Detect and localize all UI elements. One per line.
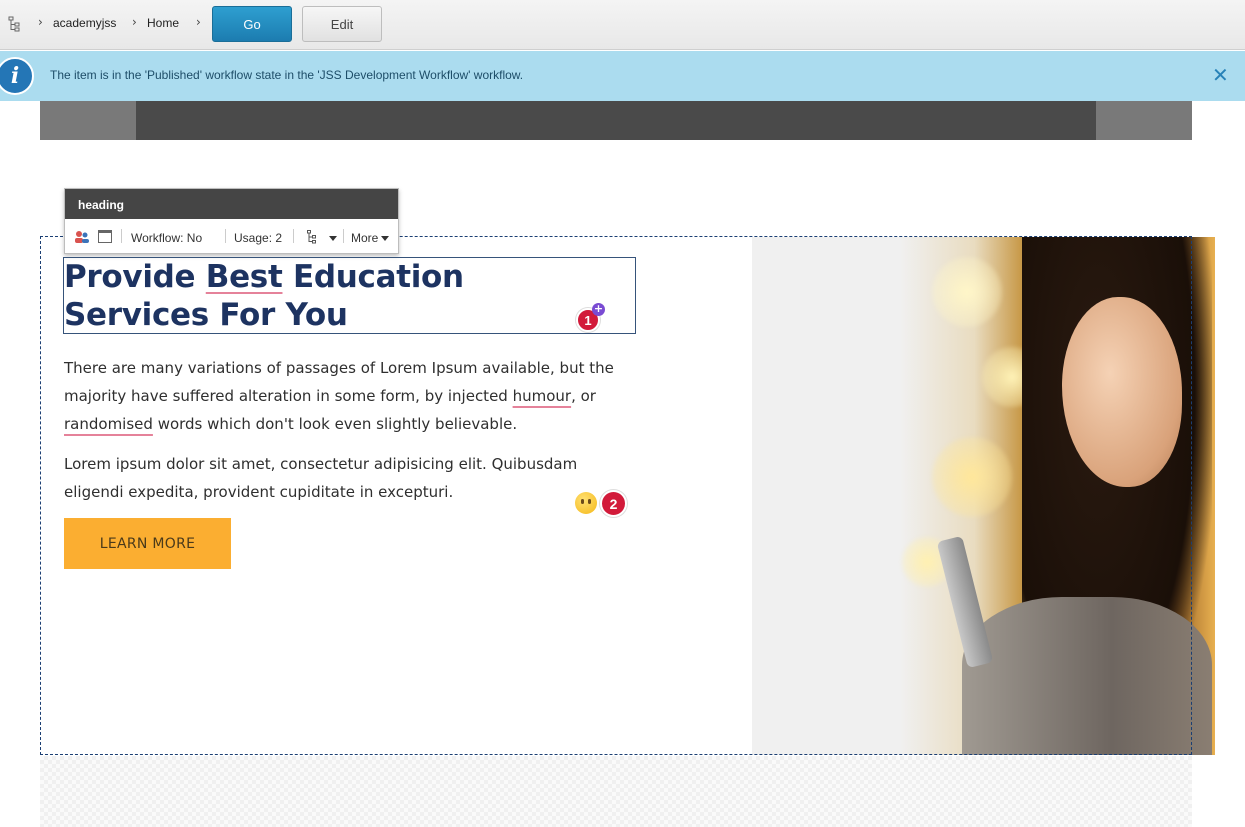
heading-text: Provide <box>64 259 206 295</box>
heading-text-misspelled: Best <box>205 259 283 295</box>
breadcrumb-item-home[interactable]: Home <box>147 16 179 30</box>
tree-icon[interactable] <box>307 230 317 244</box>
usage-count[interactable]: Usage: 2 <box>234 231 282 245</box>
breadcrumb-item-academyjss[interactable]: academyjss <box>53 16 116 30</box>
workflow-status[interactable]: Workflow: No <box>131 231 202 245</box>
field-chrome-toolbar: heading Workflow: No Usage: 2 More <box>64 188 399 254</box>
chevron-right-icon[interactable]: › <box>196 15 201 29</box>
page-header-inner <box>136 101 1096 140</box>
info-icon: i <box>0 57 34 95</box>
workflow-notification: i The item is in the 'Published' workflo… <box>0 51 1245 101</box>
notification-badge-2[interactable]: 2 <box>600 490 627 517</box>
chevron-down-icon <box>381 236 390 242</box>
go-button[interactable]: Go <box>212 6 292 42</box>
window-icon[interactable] <box>98 230 112 243</box>
learn-more-button[interactable]: LEARN MORE <box>64 518 231 569</box>
emoji-icon[interactable] <box>575 492 597 514</box>
more-menu[interactable]: More <box>351 231 390 245</box>
add-icon[interactable]: + <box>592 303 605 316</box>
close-icon[interactable]: ✕ <box>1212 65 1229 85</box>
chevron-down-icon[interactable] <box>329 236 337 241</box>
heading-text: Education <box>282 259 464 295</box>
paragraph-text-misspelled: randomised <box>64 415 153 433</box>
top-toolbar: › academyjss › Home › Go Edit <box>0 0 1245 50</box>
body-paragraph-2[interactable]: Lorem ipsum dolor sit amet, consectetur … <box>64 450 604 506</box>
chrome-title: heading <box>65 189 398 219</box>
heading-text: Services For You <box>64 297 348 333</box>
chevron-right-icon: › <box>132 15 137 29</box>
notification-message: The item is in the 'Published' workflow … <box>50 68 524 82</box>
placeholder-area <box>40 756 1192 827</box>
body-paragraph-1[interactable]: There are many variations of passages of… <box>64 354 624 438</box>
edit-button[interactable]: Edit <box>302 6 382 42</box>
page-heading[interactable]: Provide Best Education Services For You <box>64 258 584 334</box>
users-icon[interactable] <box>74 230 90 244</box>
more-label: More <box>351 231 379 245</box>
paragraph-text-misspelled: humour <box>512 387 572 405</box>
chevron-right-icon: › <box>38 15 43 29</box>
content-tree-icon[interactable] <box>8 16 22 32</box>
paragraph-text: , or <box>571 387 596 405</box>
paragraph-text: words which don't look even slightly bel… <box>152 415 518 433</box>
